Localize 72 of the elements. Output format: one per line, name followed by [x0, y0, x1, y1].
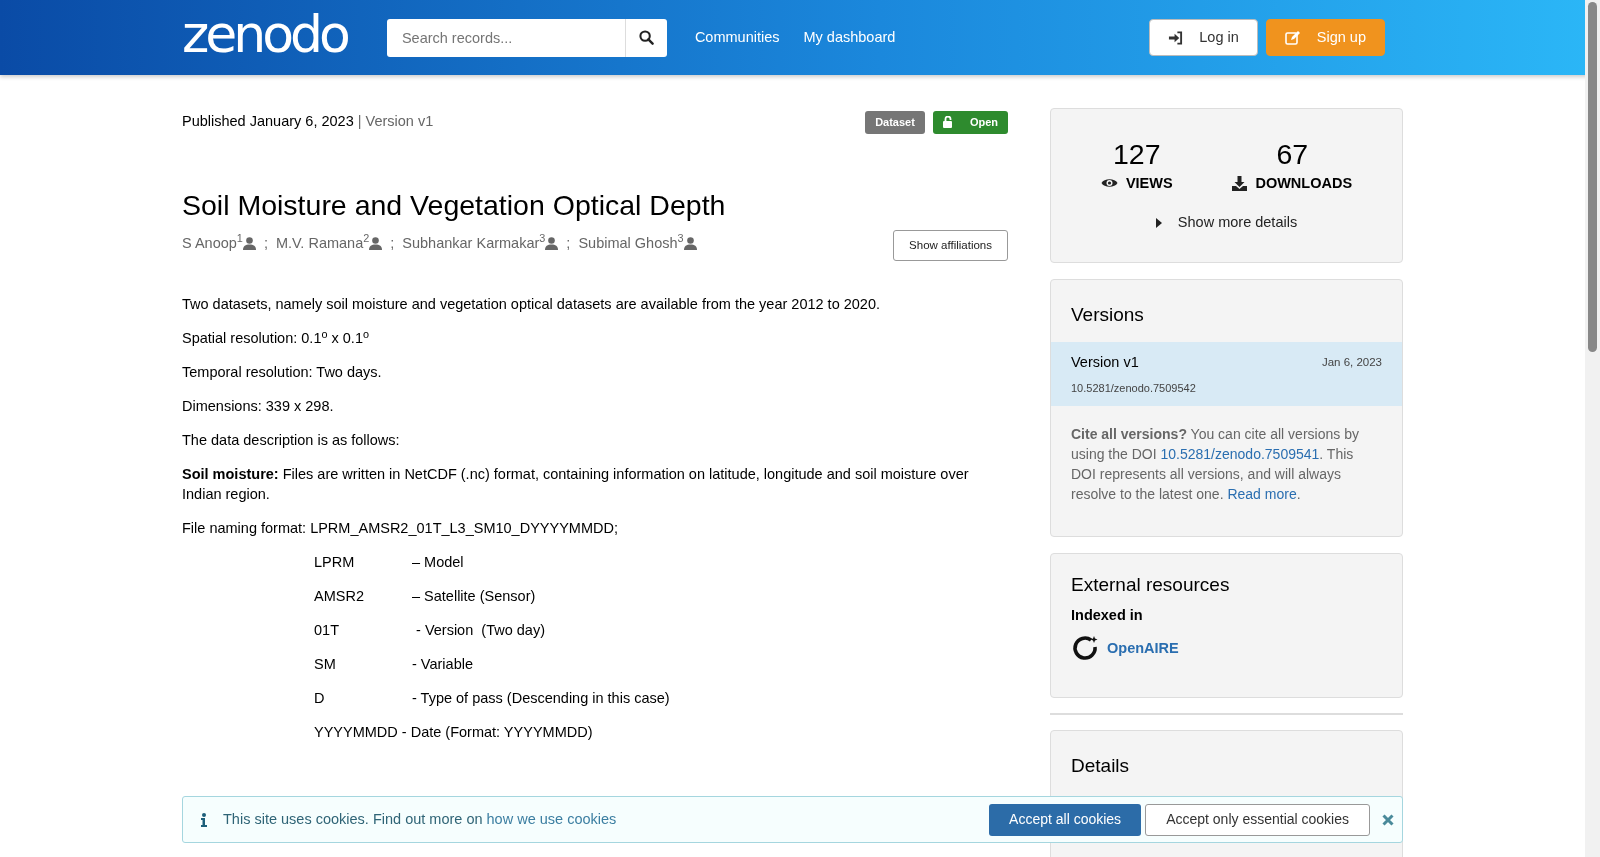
access-badge: Open: [932, 111, 1008, 134]
close-icon[interactable]: [1382, 813, 1394, 826]
separator: ;: [566, 233, 571, 253]
edit-icon: [1284, 30, 1301, 45]
version-doi: 10.5281/zenodo.7509542: [1071, 380, 1197, 396]
code-meaning: – Satellite (Sensor): [412, 586, 536, 606]
show-more-details-link[interactable]: Show more details: [1155, 212, 1298, 234]
separator: ;: [390, 233, 395, 253]
description-paragraph: Two datasets, namely soil moisture and vegetation optical datasets are available from the year 2012 to 2020.: [182, 294, 882, 314]
caret-icon: [1155, 218, 1162, 229]
search-icon: [638, 30, 654, 45]
cookie-message: This site uses cookies. Find out more on how we use cookies: [223, 809, 617, 829]
creator-link[interactable]: Subhankar Karmakar$^{3}$: [402, 232, 546, 255]
code-name: SM: [314, 654, 337, 674]
section-heading: External resources: [1071, 574, 1231, 597]
user-icon: [369, 237, 383, 251]
doi-link[interactable]: Read more: [1227, 486, 1297, 503]
description-paragraph: File naming format: LPRM_AMSR2_01T_L3_SM10_DYYYYMMDD;: [182, 518, 619, 538]
user-icon: [683, 237, 697, 251]
eye-icon: [1100, 177, 1118, 190]
resource-link[interactable]: OpenAIRE: [1107, 637, 1179, 660]
section-heading: Versions: [1070, 303, 1145, 327]
user-icon: [242, 237, 256, 251]
type-badge: Dataset: [865, 111, 925, 134]
ring-logo-icon: [1071, 634, 1099, 663]
version-item[interactable]: Version v1 Jan 6, 2023 10.5281/zenodo.7509542: [1051, 341, 1402, 407]
stat-label: DOWNLOADS: [1255, 173, 1353, 193]
code-meaning: – Model: [412, 552, 464, 572]
unlock-icon: [942, 116, 954, 129]
stat-label: VIEWS: [1125, 173, 1173, 193]
nav-link[interactable]: Communities: [690, 26, 780, 49]
info-icon: [201, 812, 207, 827]
accept-essential-button[interactable]: Accept only essential cookies: [1145, 803, 1370, 836]
cookie-policy-link[interactable]: how we use cookies: [486, 810, 617, 827]
stat-count: 127: [1112, 140, 1161, 169]
separator: ;: [263, 233, 268, 253]
nav-link[interactable]: My dashboard: [803, 26, 896, 49]
code-meaning: - Type of pass (Descending in this case): [412, 688, 670, 708]
code-name: 01T: [314, 620, 340, 640]
version-date: Jan 6, 2023: [1321, 355, 1382, 371]
search-button[interactable]: [624, 18, 667, 57]
description-paragraph: The data description is as follows:: [182, 430, 401, 450]
creator-link[interactable]: Subimal Ghosh$^{3}$: [578, 232, 684, 255]
code-meaning: - Version (Two day): [415, 620, 545, 640]
code-name: D: [314, 688, 326, 708]
accept-all-button[interactable]: Accept all cookies: [989, 803, 1142, 836]
code-name: AMSR2: [314, 586, 365, 606]
show-affiliations-button[interactable]: Show affiliations: [893, 229, 1008, 261]
version-label: | Version v1: [357, 112, 434, 132]
cite-text: Cite all versions? You can cite all versions by using the DOI 10.5281/zenodo.7509541. This DOI represents all versions, and will always resolve to the latest one. Read more.: [1070, 425, 1360, 505]
section-heading: Details: [1071, 755, 1131, 778]
indexed-in-label: Indexed in: [1071, 605, 1144, 625]
sign-in-icon: [1168, 30, 1184, 45]
description-paragraph: Spatial resolution: 0.1$^{o}$ x 0.1$^{o}$: [182, 327, 370, 348]
naming-line: YYYYMMDD - Date (Format: YYYYMMDD): [314, 722, 594, 742]
log-in-button[interactable]: Log in: [1149, 19, 1258, 56]
stat-count: 67: [1276, 140, 1309, 169]
code-meaning: - Variable: [412, 654, 473, 674]
description-paragraph: Dimensions: 339 x 298.: [182, 396, 335, 416]
creator-link[interactable]: M.V. Ramana$^{2}$: [275, 232, 370, 255]
scrollbar[interactable]: [1585, 0, 1600, 857]
download-icon: [1232, 175, 1248, 191]
logo[interactable]: zenodo: [182, 7, 347, 60]
user-icon: [545, 237, 559, 251]
description-paragraph: Temporal resolution: Two days.: [182, 362, 383, 382]
creator-link[interactable]: S Anoop$^{1}$: [182, 232, 243, 255]
search-field[interactable]: Search records...: [386, 18, 625, 57]
published-date: Published January 6, 2023: [182, 112, 354, 132]
description-paragraph: Soil moisture: Files are written in NetCDF (.nc) format, containing information on latitude, longitude and soil moisture over Indian region.: [182, 464, 970, 504]
version-label: Version v1: [1071, 352, 1139, 372]
code-name: LPRM: [314, 552, 356, 572]
record-title: Soil Moisture and Vegetation Optical Depth: [182, 187, 727, 222]
